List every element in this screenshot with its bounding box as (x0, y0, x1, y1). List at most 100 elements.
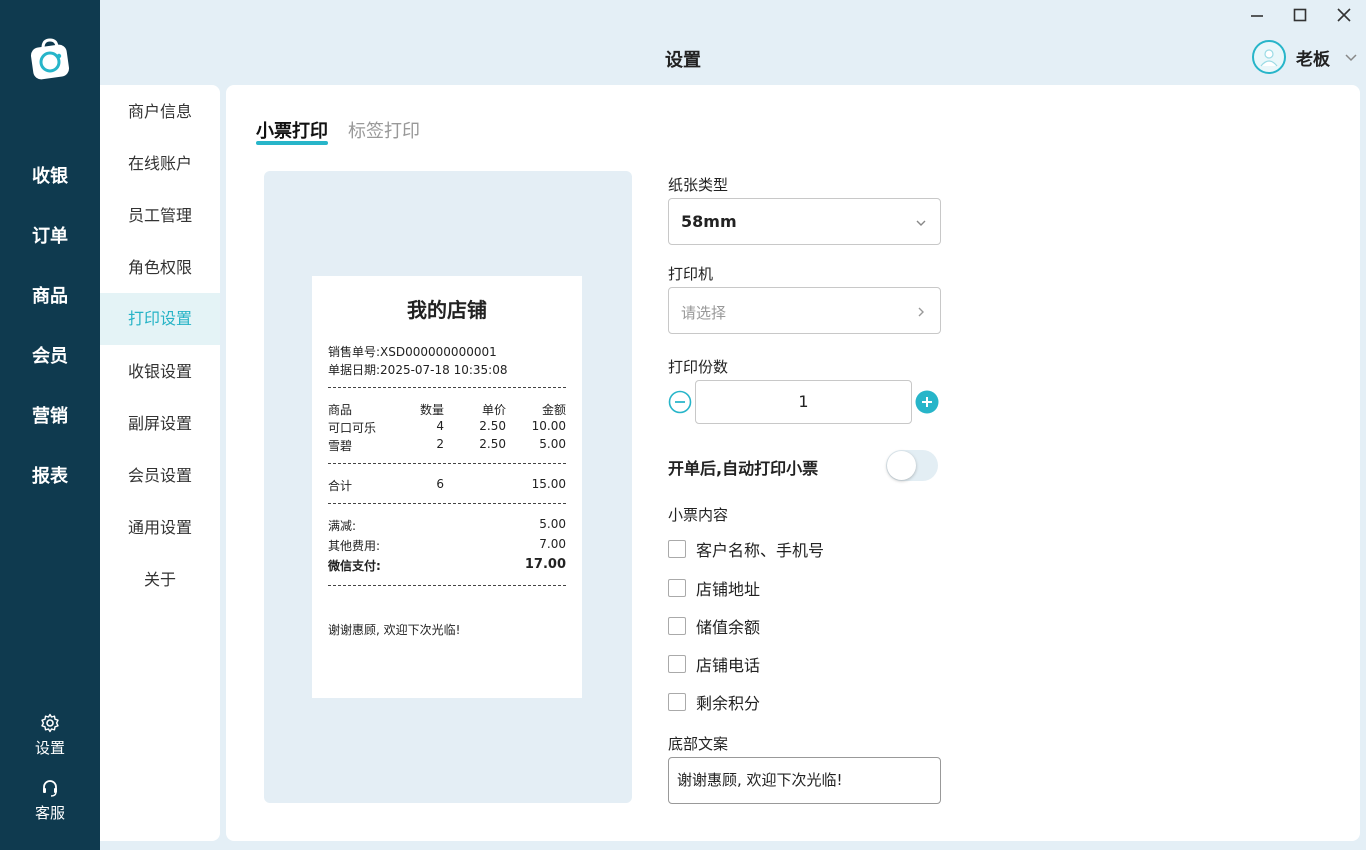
maximize-icon (1293, 8, 1307, 22)
receipt-item-name: 可口可乐 (328, 421, 377, 435)
chevron-down-icon (916, 220, 926, 226)
receipt-divider (328, 387, 566, 388)
printer-placeholder: 请选择 (681, 304, 727, 322)
receipt-col-amount: 金额 (541, 403, 566, 417)
receipt-item-price: 2.50 (479, 437, 506, 451)
receipt-item-row: 雪碧 2 2.50 5.00 (328, 437, 566, 453)
menu-item-staff[interactable]: 员工管理 (100, 190, 220, 242)
close-icon (1337, 8, 1351, 22)
left-nav: 收银 订单 商品 会员 营销 报表 设置 客服 (0, 0, 100, 850)
receipt-total-qty: 6 (436, 477, 444, 491)
receipt-divider (328, 585, 566, 586)
checkbox[interactable] (668, 540, 686, 558)
receipt-other-label: 其他费用: (328, 539, 381, 553)
receipt-discount-row: 满减: 5.00 (328, 517, 566, 533)
receipt-order-date: 单据日期:2025-07-18 10:35:08 (328, 363, 508, 377)
receipt-footer: 谢谢惠顾, 欢迎下次光临! (328, 623, 461, 637)
nav-support[interactable]: 客服 (0, 778, 100, 823)
user-name: 老板 (1296, 49, 1330, 70)
content-option-points[interactable]: 剩余积分 (668, 691, 760, 713)
paper-type-label: 纸张类型 (668, 176, 729, 194)
menu-item-online-account[interactable]: 在线账户 (100, 138, 220, 190)
tab-label-print[interactable]: 标签打印 (348, 117, 420, 143)
receipt-divider (328, 503, 566, 504)
user-icon (1260, 49, 1278, 67)
receipt-total-label: 合计 (328, 479, 353, 493)
content-option-customer[interactable]: 客户名称、手机号 (668, 538, 824, 560)
receipt-item-qty: 4 (436, 419, 444, 433)
receipt-item-price: 2.50 (479, 419, 506, 433)
checkbox[interactable] (668, 579, 686, 597)
auto-print-toggle[interactable] (886, 450, 938, 481)
printer-label: 打印机 (668, 265, 714, 283)
decrement-button[interactable] (668, 390, 692, 414)
receipt-item-amount: 10.00 (531, 419, 566, 433)
footer-text-label: 底部文案 (668, 735, 729, 753)
copies-input[interactable]: 1 (695, 380, 912, 424)
receipt-divider (328, 463, 566, 464)
increment-button[interactable] (915, 390, 939, 414)
receipt-order-no: 销售单号:XSD000000000001 (328, 345, 497, 359)
content-option-text: 剩余积分 (696, 694, 761, 713)
maximize-button[interactable] (1289, 6, 1311, 28)
menu-item-member-settings[interactable]: 会员设置 (100, 450, 220, 502)
shopping-bag-logo-icon (30, 38, 70, 80)
receipt-total-amount: 15.00 (531, 477, 566, 491)
footer-text-input[interactable]: 谢谢惠顾, 欢迎下次光临! (668, 757, 941, 804)
tab-underline (256, 141, 328, 145)
nav-orders[interactable]: 订单 (0, 222, 100, 248)
content-option-text: 储值余额 (696, 618, 761, 637)
print-settings-panel: 小票打印 标签打印 我的店铺 销售单号:XSD000000000001 单据日期… (226, 85, 1360, 841)
checkbox[interactable] (668, 655, 686, 673)
page-title: 设置 (665, 50, 701, 71)
auto-print-label: 开单后,自动打印小票 (668, 459, 819, 478)
nav-reports[interactable]: 报表 (0, 462, 100, 488)
paper-type-select[interactable]: 58mm (668, 198, 941, 245)
receipt-pay-value: 17.00 (524, 557, 566, 572)
checkbox[interactable] (668, 617, 686, 635)
receipt-content-label: 小票内容 (668, 506, 729, 524)
receipt-item-row: 可口可乐 4 2.50 10.00 (328, 419, 566, 435)
checkbox[interactable] (668, 693, 686, 711)
paper-type-value: 58mm (681, 212, 737, 231)
content-option-phone[interactable]: 店铺电话 (668, 653, 760, 675)
receipt-pay-label: 微信支付: (328, 559, 381, 573)
toggle-knob (887, 451, 916, 480)
receipt-preview: 我的店铺 销售单号:XSD000000000001 单据日期:2025-07-1… (312, 276, 582, 698)
user-menu[interactable]: 老板 (1252, 40, 1358, 74)
receipt-item-amount: 5.00 (539, 437, 566, 451)
receipt-total-row: 合计 6 15.00 (328, 477, 566, 493)
nav-members[interactable]: 会员 (0, 342, 100, 368)
copies-label: 打印份数 (668, 358, 729, 376)
chevron-down-icon (1345, 54, 1357, 62)
chevron-right-icon (918, 307, 924, 317)
menu-item-print-settings[interactable]: 打印设置 (100, 293, 220, 345)
avatar (1252, 40, 1286, 74)
menu-item-merchant-info[interactable]: 商户信息 (100, 86, 220, 138)
receipt-payment-row: 微信支付: 17.00 (328, 557, 566, 573)
receipt-other-fee-row: 其他费用: 7.00 (328, 537, 566, 553)
nav-settings[interactable]: 设置 (0, 713, 100, 758)
receipt-shop-name: 我的店铺 (407, 298, 487, 322)
receipt-item-qty: 2 (436, 437, 444, 451)
printer-select[interactable]: 请选择 (668, 287, 941, 334)
nav-cashier[interactable]: 收银 (0, 162, 100, 188)
menu-item-second-screen[interactable]: 副屏设置 (100, 398, 220, 450)
receipt-item-name: 雪碧 (328, 439, 353, 453)
menu-item-general-settings[interactable]: 通用设置 (100, 502, 220, 554)
content-option-address[interactable]: 店铺地址 (668, 577, 760, 599)
receipt-other-value: 7.00 (539, 537, 566, 551)
content-option-text: 店铺地址 (696, 580, 761, 599)
gear-icon (41, 713, 59, 733)
content-option-balance[interactable]: 储值余额 (668, 615, 760, 637)
minimize-button[interactable] (1246, 6, 1268, 28)
receipt-header-row: 商品 数量 单价 金额 (328, 401, 566, 417)
nav-marketing[interactable]: 营销 (0, 402, 100, 428)
close-button[interactable] (1333, 6, 1355, 28)
menu-item-about[interactable]: 关于 (100, 554, 220, 606)
tab-receipt-print[interactable]: 小票打印 (256, 117, 328, 143)
menu-item-roles[interactable]: 角色权限 (100, 242, 220, 294)
nav-products[interactable]: 商品 (0, 282, 100, 308)
menu-item-cashier-settings[interactable]: 收银设置 (100, 346, 220, 398)
receipt-discount-value: 5.00 (539, 517, 566, 531)
